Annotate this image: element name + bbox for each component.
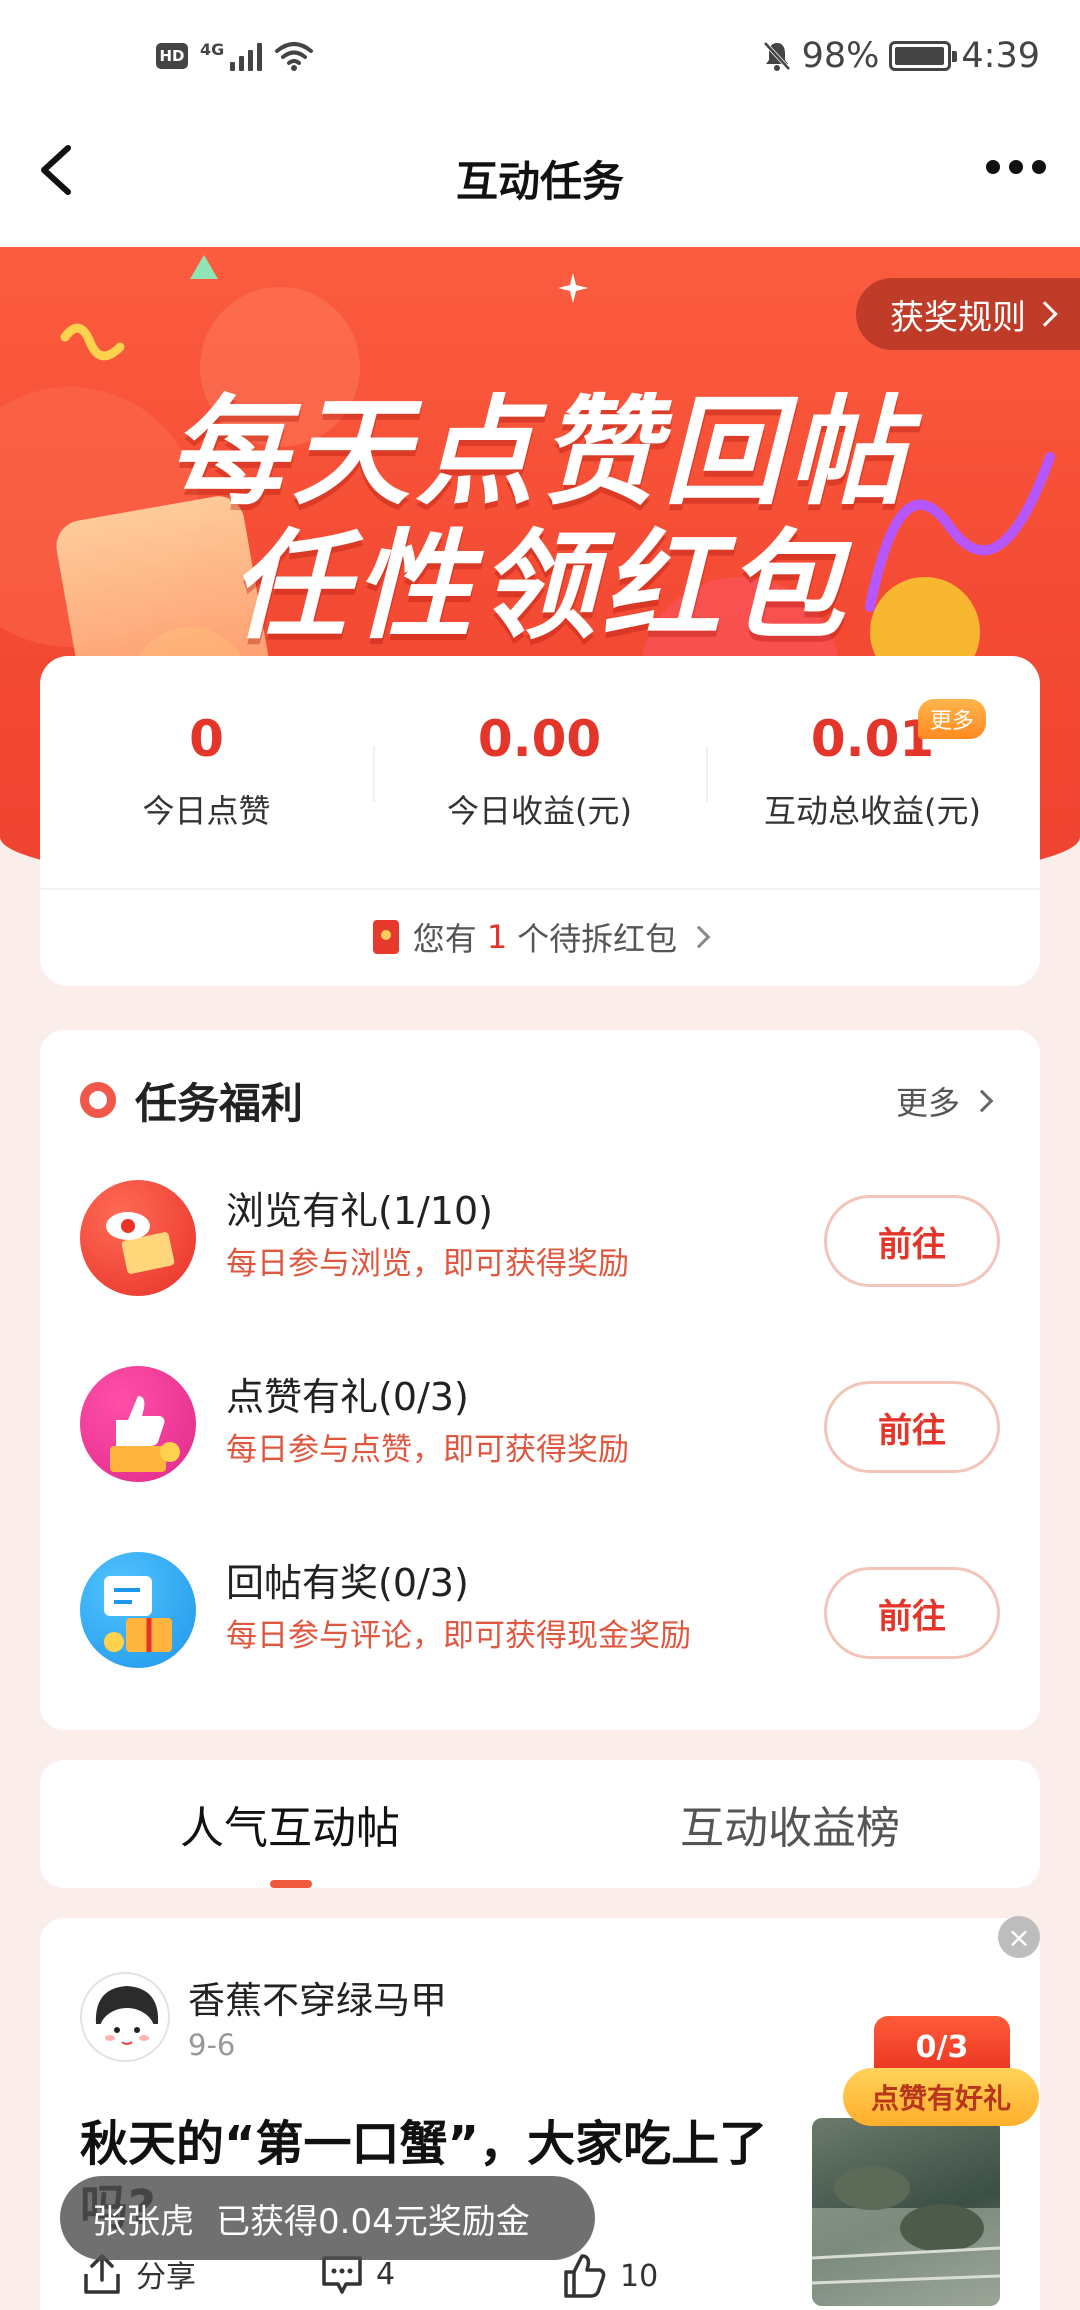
status-left: HD 4G	[156, 40, 314, 72]
go-button[interactable]: 前往	[824, 1567, 1000, 1659]
more-options-icon[interactable]	[986, 160, 1046, 174]
mute-bell-icon	[763, 41, 791, 71]
stat-label: 互动总收益(元)	[764, 792, 981, 830]
signal-icon	[230, 41, 263, 71]
section-dot-icon	[80, 1082, 116, 1118]
post-author[interactable]: 香蕉不穿绿马甲	[188, 1970, 447, 2024]
close-icon[interactable]: ×	[998, 1916, 1040, 1958]
wifi-icon	[275, 42, 314, 71]
pending-prefix: 您有	[412, 920, 477, 958]
post-actions: 分享 4 10	[80, 2252, 800, 2310]
like-gift-badge[interactable]: 点赞有好礼	[843, 2068, 1039, 2126]
stat-value: 0.00	[477, 710, 602, 768]
toast-name: 张张虎	[92, 2201, 194, 2242]
post-tabs: 人气互动帖 互动收益榜	[40, 1760, 1040, 1888]
go-button[interactable]: 前往	[824, 1195, 1000, 1287]
task-browse: 浏览有礼(1/10) 每日参与浏览，即可获得奖励 前往	[40, 1150, 1040, 1320]
chevron-right-icon	[687, 925, 711, 949]
section-title: 任务福利	[135, 1079, 304, 1128]
task-description: 每日参与点赞，即可获得奖励	[226, 1432, 629, 1468]
tasks-more-link[interactable]: 更多	[895, 1078, 994, 1124]
like-count: 10	[620, 2258, 659, 2294]
more-label: 更多	[895, 1084, 960, 1122]
status-right: 98% 4:39	[762, 36, 1040, 76]
tab-earnings-rank[interactable]: 互动收益榜	[540, 1760, 1040, 1888]
earnings-summary-card: 0 今日点赞 0.00 今日收益(元) 0.01 互动总收益(元) 更多 您有 …	[40, 656, 1040, 986]
red-envelope-icon	[372, 920, 399, 954]
stat-label: 今日收益(元)	[447, 792, 632, 830]
post-thumbnail[interactable]	[812, 2118, 1000, 2306]
toast-text: 已获得0.04元奖励金	[216, 2201, 530, 2242]
reward-toast: 张张虎 已获得0.04元奖励金	[60, 2176, 595, 2260]
thumbs-up-gift-icon	[80, 1366, 196, 1482]
tab-popular-posts[interactable]: 人气互动帖	[40, 1760, 540, 1888]
stat-value: 0.01	[810, 710, 935, 768]
task-name: 回帖有奖(0/3)	[226, 1561, 469, 1605]
task-reply: 回帖有奖(0/3) 每日参与评论，即可获得现金奖励 前往	[40, 1522, 1040, 1692]
chevron-right-icon	[970, 1089, 994, 1113]
chevron-right-icon	[1032, 301, 1058, 327]
stat-total-earnings[interactable]: 0.01 互动总收益(元)	[706, 656, 1039, 832]
go-button[interactable]: 前往	[824, 1381, 1000, 1473]
network-type: 4G	[200, 39, 225, 59]
stat-label: 今日点赞	[142, 792, 271, 830]
pending-red-packet-link[interactable]: 您有 1 个待拆红包	[40, 888, 1040, 986]
award-rules-label: 获奖规则	[890, 297, 1026, 338]
avatar[interactable]	[80, 1972, 170, 2062]
task-like: 点赞有礼(0/3) 每日参与点赞，即可获得奖励 前往	[40, 1336, 1040, 1506]
like-button[interactable]: 10	[560, 2252, 658, 2300]
battery-icon	[889, 41, 958, 71]
task-name: 点赞有礼(0/3)	[226, 1375, 469, 1419]
stat-today-earnings[interactable]: 0.00 今日收益(元)	[373, 656, 706, 832]
comment-count: 4	[376, 2256, 396, 2292]
eye-book-icon	[80, 1180, 196, 1296]
pending-suffix: 个待拆红包	[517, 920, 678, 958]
task-description: 每日参与评论，即可获得现金奖励	[226, 1618, 691, 1654]
task-name: 浏览有礼(1/10)	[226, 1189, 493, 1233]
more-badge[interactable]: 更多	[917, 699, 986, 739]
stat-today-likes[interactable]: 0 今日点赞	[40, 656, 373, 832]
active-tab-indicator	[270, 1880, 312, 1888]
banner-headline-2: 任性领红包	[229, 517, 850, 655]
comment-gift-icon	[80, 1552, 196, 1668]
award-rules-button[interactable]: 获奖规则	[856, 278, 1080, 350]
task-benefits-card: 任务福利 更多 浏览有礼(1/10) 每日参与浏览，即可获得奖励 前往 点赞有礼…	[40, 1030, 1040, 1730]
battery-percent: 98%	[801, 36, 880, 76]
page-title: 互动任务	[455, 157, 624, 206]
hd-icon: HD	[156, 43, 188, 69]
pending-count: 1	[486, 918, 508, 956]
post-date: 9-6	[188, 2028, 236, 2062]
stat-value: 0	[189, 710, 224, 768]
thumbs-up-icon	[564, 2254, 606, 2298]
clock: 4:39	[961, 36, 1040, 76]
task-description: 每日参与浏览，即可获得奖励	[226, 1246, 629, 1282]
